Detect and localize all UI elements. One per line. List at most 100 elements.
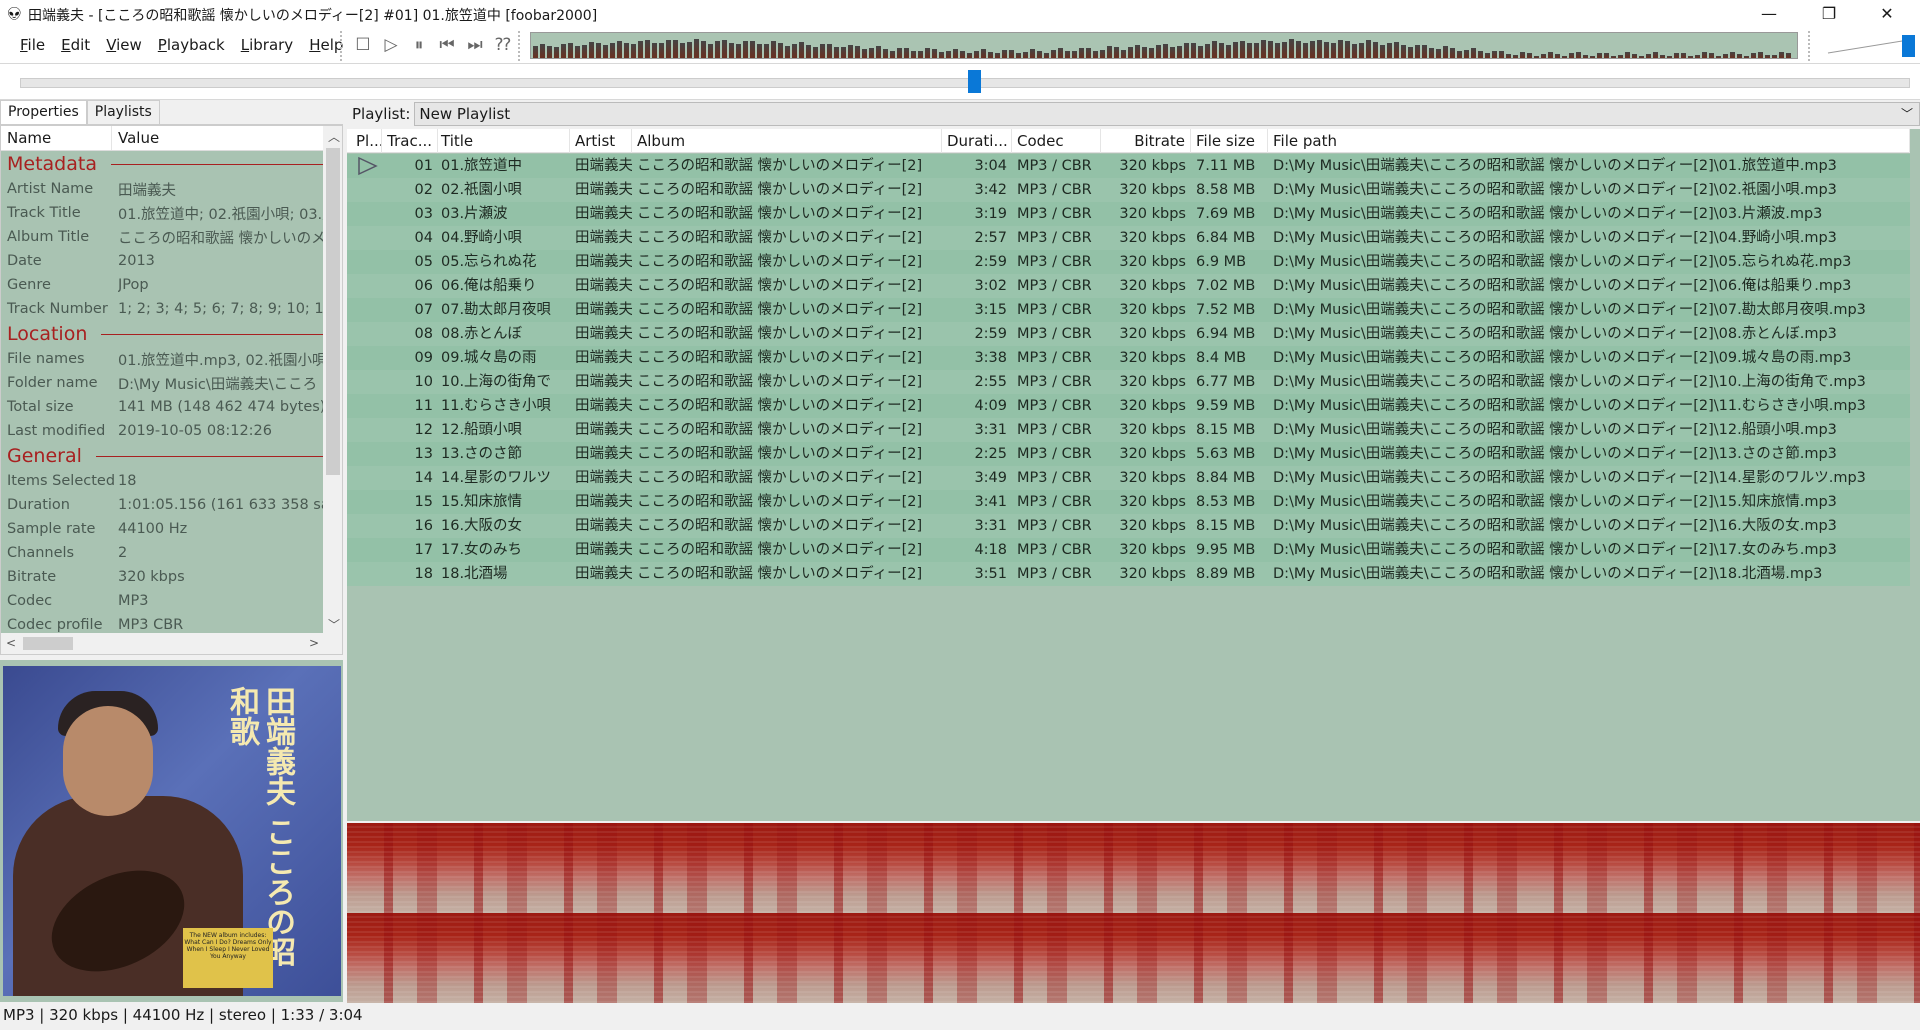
close-button[interactable]: ✕ — [1858, 0, 1916, 29]
spectrum-bar — [1660, 55, 1665, 58]
horizontal-scrollbar[interactable]: < > — [1, 633, 342, 654]
property-name: Codec — [7, 593, 53, 609]
property-row[interactable]: Duration 1:01:05.156 (161 633 358 sam — [1, 493, 323, 517]
playlist-row[interactable]: 16 16.大阪の女 田端義夫 こころの昭和歌謡 懐かしいのメロディー[2] 3:31 M… — [347, 514, 1910, 538]
property-row[interactable]: Track Number 1; 2; 3; 4; 5; 6; 7; 8; 9; 1… — [1, 297, 323, 321]
playlist-row[interactable]: 01 01.旅笠道中 田端義夫 こころの昭和歌謡 懐かしいのメロディー[2] 3:04 M… — [347, 154, 1910, 178]
column-header-title[interactable]: Title — [436, 129, 570, 153]
playlist-row[interactable]: 08 08.赤とんぼ 田端義夫 こころの昭和歌謡 懐かしいのメロディー[2] 2:59 M… — [347, 322, 1910, 346]
playlist-row[interactable]: 07 07.勘太郎月夜唄 田端義夫 こころの昭和歌謡 懐かしいのメロディー[2] 3:1… — [347, 298, 1910, 322]
property-row[interactable]: Total size 141 MB (148 462 474 bytes) — [1, 395, 323, 419]
scroll-left-icon[interactable]: < — [6, 636, 16, 650]
property-row[interactable]: Bitrate 320 kbps — [1, 565, 323, 589]
toolbar-grip[interactable] — [518, 31, 521, 61]
column-header-duration[interactable]: Durati... — [942, 129, 1012, 153]
playlist-row[interactable]: 03 03.片瀬波 田端義夫 こころの昭和歌謡 懐かしいのメロディー[2] 3:19 MP… — [347, 202, 1910, 226]
playlist-row[interactable]: 11 11.むらさき小唄 田端義夫 こころの昭和歌謡 懐かしいのメロディー[2] 4:0… — [347, 394, 1910, 418]
cell-track-number: 12 — [414, 422, 433, 438]
column-value[interactable]: Value — [112, 126, 165, 150]
playlist-row[interactable]: 14 14.星影のワルツ 田端義夫 こころの昭和歌謡 懐かしいのメロディー[2] 3:4… — [347, 466, 1910, 490]
previous-icon[interactable]: ⏮ — [436, 33, 458, 57]
spectrum-bar — [1268, 41, 1273, 58]
playlist-row[interactable]: 17 17.女のみち 田端義夫 こころの昭和歌謡 懐かしいのメロディー[2] 4:18 M… — [347, 538, 1910, 562]
property-value: D:\My Music\田端義夫\こころ — [118, 376, 318, 393]
property-name: Codec profile — [7, 617, 103, 633]
toolbar-grip[interactable] — [1808, 31, 1811, 61]
cell-track-number: 15 — [414, 494, 433, 510]
menu-edit[interactable]: Edit — [53, 33, 98, 57]
spectrum-bar — [848, 45, 853, 58]
column-header-playing[interactable]: Pl... — [351, 129, 382, 153]
cell-file-size: 8.15 MB — [1196, 518, 1256, 534]
scrollbar-thumb[interactable] — [326, 148, 340, 475]
column-header-codec[interactable]: Codec — [1012, 129, 1101, 153]
vertical-scrollbar[interactable]: ︿ ﹀ — [323, 126, 342, 633]
property-row[interactable]: Date 2013 — [1, 249, 323, 273]
property-row[interactable]: Artist Name 田端義夫 — [1, 177, 323, 201]
property-row[interactable]: Folder name D:\My Music\田端義夫\こころ — [1, 371, 323, 395]
column-header-file-size[interactable]: File size — [1191, 129, 1268, 153]
cell-bitrate: 320 kbps — [1119, 302, 1186, 318]
property-row[interactable]: Codec profile MP3 CBR — [1, 613, 323, 633]
playlist-row[interactable]: 06 06.俺は船乗り 田端義夫 こころの昭和歌謡 懐かしいのメロディー[2] 3:02… — [347, 274, 1910, 298]
scroll-right-icon[interactable]: > — [309, 636, 319, 650]
menu-view[interactable]: View — [98, 33, 150, 57]
stop-icon[interactable]: ☐ — [352, 33, 374, 57]
spectrum-bar — [687, 42, 692, 58]
volume-slider[interactable] — [1820, 32, 1920, 60]
seekbar[interactable] — [20, 78, 1910, 88]
playlist-row[interactable]: 18 18.北酒場 田端義夫 こころの昭和歌謡 懐かしいのメロディー[2] 3:51 MP… — [347, 562, 1910, 586]
cell-artist: 田端義夫 — [575, 326, 632, 342]
column-header-artist[interactable]: Artist — [570, 129, 632, 153]
property-row[interactable]: Track Title 01.旅笠道中; 02.祇園小唄; 03.片 — [1, 201, 323, 225]
property-row[interactable]: Album Title こころの昭和歌謡 懐かしいのメ — [1, 225, 323, 249]
column-header-file-path[interactable]: File path — [1268, 129, 1910, 153]
playlist-row[interactable]: 04 04.野崎小唄 田端義夫 こころの昭和歌謡 懐かしいのメロディー[2] 2:57 M… — [347, 226, 1910, 250]
playlist-row[interactable]: 02 02.祇園小唄 田端義夫 こころの昭和歌謡 懐かしいのメロディー[2] 3:42 M… — [347, 178, 1910, 202]
menu-library[interactable]: Library — [233, 33, 301, 57]
scroll-up-icon[interactable]: ︿ — [328, 128, 340, 145]
cell-duration: 3:49 — [974, 470, 1007, 486]
menu-file[interactable]: File — [12, 33, 53, 57]
column-header-bitrate[interactable]: Bitrate — [1101, 129, 1191, 153]
playlist-row[interactable]: 09 09.城々島の雨 田端義夫 こころの昭和歌謡 懐かしいのメロディー[2] 3:38… — [347, 346, 1910, 370]
toolbar-grip[interactable] — [340, 31, 343, 61]
spectrogram — [347, 823, 1920, 1003]
column-name[interactable]: Name — [1, 126, 112, 150]
seekbar-thumb[interactable] — [968, 70, 982, 93]
pause-icon[interactable]: ⏸ — [408, 33, 430, 57]
menu-help[interactable]: Help — [301, 33, 351, 57]
spectrum-bar — [1667, 56, 1672, 58]
column-header-track-number[interactable]: Trac... — [382, 129, 438, 153]
playlist-row[interactable]: 13 13.さのさ節 田端義夫 こころの昭和歌謡 懐かしいのメロディー[2] 2:25 M… — [347, 442, 1910, 466]
tab-playlists[interactable]: Playlists — [86, 100, 160, 124]
playlist-row[interactable]: 10 10.上海の街角で 田端義夫 こころの昭和歌謡 懐かしいのメロディー[2] 2:5… — [347, 370, 1910, 394]
playlist-row[interactable]: 15 15.知床旅情 田端義夫 こころの昭和歌謡 懐かしいのメロディー[2] 3:41 M… — [347, 490, 1910, 514]
volume-thumb[interactable] — [1901, 35, 1915, 57]
column-header-album[interactable]: Album — [632, 129, 942, 153]
scrollbar-thumb[interactable] — [23, 637, 73, 650]
playlist-row[interactable]: 12 12.船頭小唄 田端義夫 こころの昭和歌謡 懐かしいのメロディー[2] 3:31 M… — [347, 418, 1910, 442]
random-icon[interactable]: ⁇ — [492, 33, 514, 57]
property-row[interactable]: File names 01.旅笠道中.mp3, 02.祇園小唄 — [1, 347, 323, 371]
next-icon[interactable]: ⏭ — [464, 33, 486, 57]
cell-file-path: D:\My Music\田端義夫\こころの昭和歌謡 懐かしいのメロディー[2]\… — [1273, 158, 1837, 174]
play-icon[interactable]: ▷ — [380, 33, 402, 57]
property-value: 01.旅笠道中.mp3, 02.祇園小唄 — [118, 352, 323, 369]
property-row[interactable]: Last modified 2019-10-05 08:12:26 — [1, 419, 323, 443]
restore-button[interactable]: ❐ — [1800, 0, 1858, 29]
property-row[interactable]: Sample rate 44100 Hz — [1, 517, 323, 541]
playlist-dropdown[interactable]: New Playlist ﹀ — [414, 101, 1920, 126]
playlist-row[interactable]: 05 05.忘られぬ花 田端義夫 こころの昭和歌謡 懐かしいのメロディー[2] 2:59… — [347, 250, 1910, 274]
property-row[interactable]: Channels 2 — [1, 541, 323, 565]
menu-playback[interactable]: Playback — [150, 33, 233, 57]
tab-properties[interactable]: Properties — [0, 100, 87, 124]
minimize-button[interactable]: — — [1740, 0, 1798, 29]
cell-file-path: D:\My Music\田端義夫\こころの昭和歌謡 懐かしいのメロディー[2]\… — [1273, 182, 1837, 198]
property-row[interactable]: Items Selected 18 — [1, 469, 323, 493]
property-row[interactable]: Codec MP3 — [1, 589, 323, 613]
property-row[interactable]: Genre JPop — [1, 273, 323, 297]
scroll-down-icon[interactable]: ﹀ — [328, 616, 340, 633]
cell-file-path: D:\My Music\田端義夫\こころの昭和歌謡 懐かしいのメロディー[2]\… — [1273, 494, 1837, 510]
cell-artist: 田端義夫 — [575, 374, 632, 390]
